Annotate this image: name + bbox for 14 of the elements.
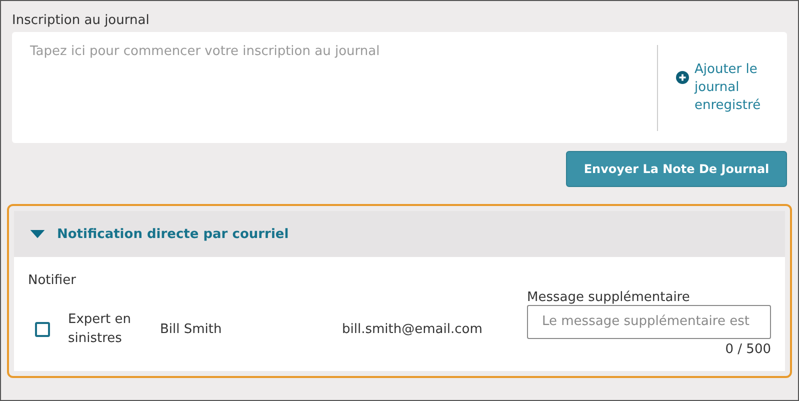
checkbox[interactable]	[35, 322, 50, 336]
notification-header[interactable]: Notification directe par courriel	[14, 211, 785, 257]
notify-label: Notifier	[28, 273, 76, 288]
message-label: Message supplémentaire	[527, 290, 691, 305]
plus-circle-icon	[676, 70, 688, 84]
journal-label: Inscription au journal	[12, 13, 150, 28]
character-counter: 0 / 500	[725, 342, 771, 357]
recipient-email: bill.smith@email.com	[342, 322, 482, 336]
journal-entry-field[interactable]: Tapez ici pour commencer votre inscription au journal	[12, 32, 657, 143]
message-field[interactable]: Le message supplémentaire est	[527, 305, 771, 339]
recipient-role: Expert en sinistres	[68, 311, 132, 348]
recipient-name: Bill Smith	[160, 322, 223, 336]
send-journal-note-button[interactable]: Envoyer La Note De Journal	[566, 151, 787, 187]
caret-icon	[30, 230, 45, 238]
